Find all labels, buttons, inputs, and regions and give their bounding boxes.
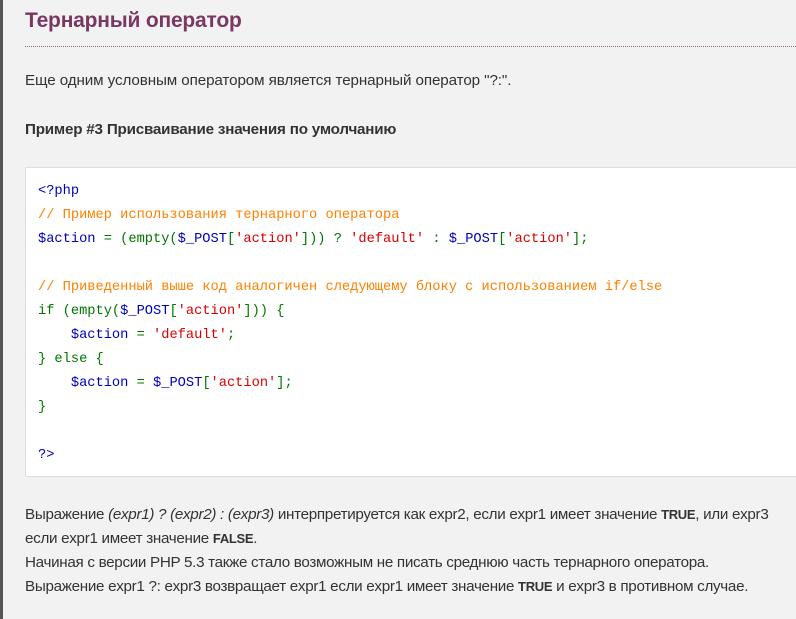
- text: .: [253, 530, 258, 547]
- code-op: [: [226, 232, 236, 247]
- code-op: =: [128, 376, 154, 391]
- code-block: <?php // Пример использования тернарного…: [25, 167, 796, 477]
- heading-divider: [25, 46, 796, 47]
- description-paragraph-2: Начиная с версии PHP 5.3 также стало воз…: [25, 551, 791, 599]
- description-paragraph-1: Выражение (expr1) ? (expr2) : (expr3) ин…: [25, 503, 791, 551]
- section-heading: Тернарный оператор: [25, 9, 242, 32]
- code-op: if (empty(: [38, 304, 121, 319]
- constant-true: TRUE: [661, 507, 696, 522]
- text: Выражение: [25, 506, 109, 523]
- code-op: ;: [226, 328, 236, 343]
- expr: (expr3): [227, 506, 274, 523]
- code-op: [: [202, 376, 211, 391]
- code-var: $_POST: [177, 232, 227, 247]
- text: значение: [146, 530, 213, 547]
- code-var: $action: [70, 376, 129, 391]
- code-var: $_POST: [153, 376, 203, 391]
- php-open-tag: <?php: [38, 184, 80, 199]
- expr: ?: [154, 506, 171, 523]
- code-op: = (empty(: [95, 232, 178, 247]
- text: возвращает expr1 если expr1 имеет значен…: [204, 578, 519, 595]
- code-var: $action: [70, 328, 129, 343]
- code-op: :: [424, 232, 449, 247]
- code-op: ])) {: [243, 304, 285, 319]
- code-op: =: [128, 328, 154, 343]
- code-string: 'action': [177, 304, 244, 319]
- code-comment: // Пример использования тернарного опера…: [38, 208, 400, 223]
- code-op: } else {: [38, 352, 104, 367]
- code-op: }: [38, 400, 47, 415]
- code-var: $action: [38, 232, 96, 247]
- code-text: <?php // Пример использования тернарного…: [38, 180, 662, 468]
- code-string: 'default': [350, 232, 425, 247]
- code-string: 'action': [506, 232, 572, 247]
- description: Выражение (expr1) ? (expr2) : (expr3) ин…: [25, 503, 791, 615]
- code-op: ])) ?: [300, 232, 351, 247]
- constant-false: FALSE: [212, 531, 254, 546]
- expr: (expr2): [170, 506, 217, 523]
- left-border: [0, 0, 3, 619]
- code-comment: // Приведенный выше код аналогичен следу…: [38, 280, 663, 295]
- php-close-tag: ?>: [38, 448, 55, 463]
- code-string: 'action': [210, 376, 277, 391]
- code-op: ];: [276, 376, 293, 391]
- text: интерпретируется как expr2, если expr1 и…: [273, 506, 662, 523]
- expr: (expr1): [108, 506, 155, 523]
- code-var: $_POST: [448, 232, 499, 247]
- expr: :: [216, 506, 228, 523]
- text: и expr3 в противном случае.: [552, 578, 749, 595]
- code-var: $_POST: [120, 304, 170, 319]
- intro-paragraph: Еще одним условным оператором является т…: [25, 72, 512, 89]
- code-op: [: [169, 304, 178, 319]
- example-title: Пример #3 Присваивание значения по умолч…: [25, 121, 397, 138]
- constant-true: TRUE: [518, 579, 553, 594]
- code-string: 'action': [235, 232, 301, 247]
- code-string: 'default': [153, 328, 227, 343]
- code-op: ];: [572, 232, 589, 247]
